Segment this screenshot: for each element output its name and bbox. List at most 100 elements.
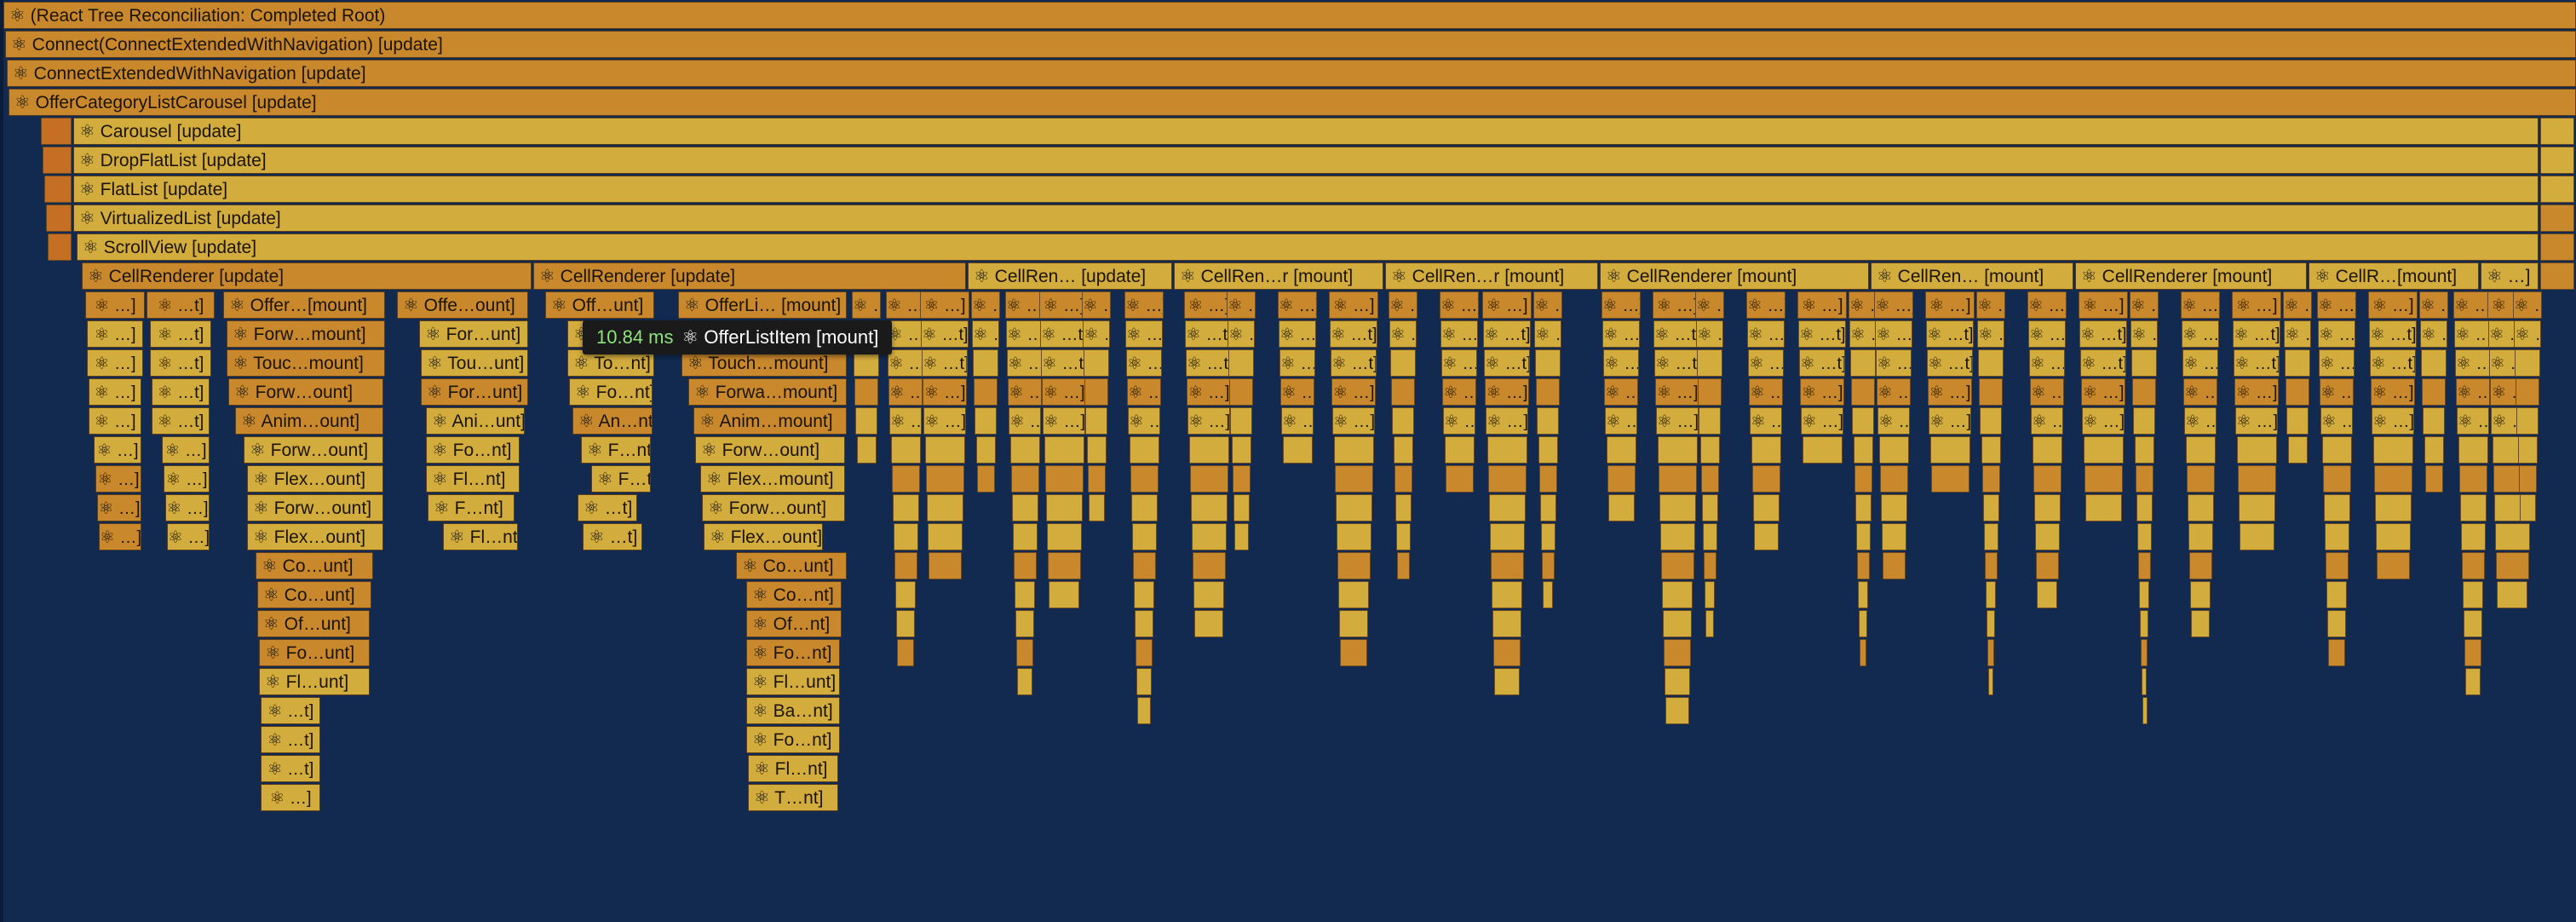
flame-bar-child[interactable]: ⚛ …] <box>167 523 210 550</box>
flame-mini-bar[interactable] <box>1136 639 1153 666</box>
flame-mini-bar[interactable]: ⚛ …t] <box>1748 349 1784 377</box>
flame-mini-bar[interactable]: ⚛ …t] <box>2182 349 2218 377</box>
flame-mini-bar[interactable] <box>1880 494 1907 522</box>
flame-mini-bar[interactable] <box>1536 378 1560 406</box>
flame-mini-bar[interactable] <box>2140 610 2148 637</box>
flame-bar-child[interactable]: ⚛ Forw…ount] <box>228 378 383 406</box>
flame-mini-bar[interactable]: ⚛ …] <box>1976 291 2005 319</box>
flame-mini-bar[interactable]: ⚛ …] <box>1656 407 1699 435</box>
flame-mini-bar[interactable]: ⚛ …] <box>1485 378 1529 406</box>
flame-mini-bar[interactable] <box>1981 436 2001 464</box>
flame-mini-bar[interactable] <box>1393 436 1413 464</box>
flame-bar-child[interactable]: ⚛ Fo…unt] <box>259 639 370 666</box>
flame-mini-bar[interactable]: ⚛ …] <box>1082 291 1111 319</box>
flame-mini-bar[interactable] <box>1049 581 1079 608</box>
flame-bar-child[interactable]: ⚛ Forwa…mount] <box>688 378 847 406</box>
flame-mini-bar[interactable] <box>1087 465 1106 493</box>
flame-mini-bar[interactable]: ⚛ …] <box>1278 291 1317 319</box>
flame-bar-child[interactable]: ⚛ …] <box>261 784 320 811</box>
flame-mini-bar[interactable] <box>1192 552 1226 579</box>
flame-bar-child[interactable]: ⚛ Fl…unt] <box>259 668 370 695</box>
flame-mini-bar[interactable] <box>1659 523 1695 550</box>
flame-bar-child[interactable]: ⚛ …] <box>85 291 145 319</box>
flame-mini-bar[interactable] <box>1046 523 1082 550</box>
flame-mini-bar[interactable]: ⚛ …] <box>1533 291 1562 319</box>
flame-mini-bar[interactable]: ⚛ …] <box>1280 378 1314 406</box>
flame-bar-child[interactable]: ⚛ Fl…unt] <box>746 668 840 695</box>
flame-mini-bar[interactable] <box>1337 552 1371 579</box>
flame-mini-bar[interactable] <box>2322 465 2351 493</box>
flame-mini-bar[interactable] <box>1085 407 1107 435</box>
flame-mini-bar[interactable]: ⚛ …t] <box>2130 320 2158 348</box>
flame-mini-bar[interactable]: ⚛ …t] <box>922 349 968 377</box>
flame-mini-bar[interactable]: ⚛ …] <box>2320 407 2353 435</box>
flame-mini-bar[interactable]: ⚛ …t] <box>1006 320 1044 348</box>
flame-mini-bar[interactable] <box>1703 552 1716 579</box>
flame-mini-bar[interactable]: ⚛ …t] <box>1330 320 1377 348</box>
flame-mini-bar[interactable] <box>2516 407 2539 435</box>
flame-mini-bar[interactable]: ⚛ …t] <box>1653 320 1701 348</box>
flame-mini-bar[interactable] <box>2186 465 2215 493</box>
flame-bar-right-child[interactable] <box>2540 205 2574 232</box>
flame-bar-child[interactable]: ⚛ …t] <box>152 407 210 435</box>
flame-mini-bar[interactable] <box>895 581 916 608</box>
flame-bar-child[interactable]: ⚛ Fo…nt] <box>569 378 653 406</box>
flame-mini-bar[interactable] <box>1333 436 1374 464</box>
flame-mini-bar[interactable] <box>2494 523 2530 550</box>
flame-mini-bar[interactable]: ⚛ …] <box>2183 378 2217 406</box>
flame-mini-bar[interactable] <box>2464 610 2482 637</box>
flame-mini-bar[interactable] <box>2190 581 2211 608</box>
flame-bar-cell-renderer[interactable]: ⚛ CellRenderer [mount] <box>2075 262 2307 290</box>
flame-mini-bar[interactable] <box>2142 668 2147 695</box>
flame-mini-bar[interactable]: ⚛ …t] <box>1041 349 1087 377</box>
flame-mini-bar[interactable]: ⚛ …t] <box>1228 320 1255 348</box>
flame-mini-bar[interactable]: ⚛ …] <box>1801 407 1843 435</box>
flame-mini-bar[interactable]: ⚛ …] <box>1929 407 1971 435</box>
flame-mini-bar[interactable]: ⚛ …t] <box>972 320 999 348</box>
flame-mini-bar[interactable] <box>1853 436 1873 464</box>
flame-bar-left-child[interactable] <box>44 176 72 203</box>
flame-mini-bar[interactable] <box>1987 610 1995 637</box>
flame-mini-bar[interactable] <box>2236 436 2277 464</box>
flame-mini-bar[interactable]: ⚛ …] <box>2079 291 2128 319</box>
flame-bar-child[interactable]: ⚛ For…unt] <box>421 378 528 406</box>
flame-mini-bar[interactable] <box>1490 552 1524 579</box>
flame-mini-bar[interactable] <box>1392 407 1414 435</box>
flame-mini-bar[interactable] <box>2188 552 2212 579</box>
flame-bar-right-child[interactable] <box>2540 147 2574 174</box>
flame-mini-bar[interactable]: ⚛ …] <box>1332 407 1375 435</box>
flame-mini-bar[interactable] <box>2458 465 2487 493</box>
flame-mini-bar[interactable] <box>1188 436 1229 464</box>
flame-mini-bar[interactable]: ⚛ …] <box>2419 291 2448 319</box>
flame-mini-bar[interactable]: ⚛ …] <box>2232 291 2281 319</box>
flame-mini-bar[interactable] <box>1232 465 1251 493</box>
flame-mini-bar[interactable] <box>2328 639 2345 666</box>
flame-bar-child[interactable]: ⚛ Ba…nt] <box>746 697 840 724</box>
flame-mini-bar[interactable]: ⚛ …] <box>1928 378 1972 406</box>
flame-mini-bar[interactable] <box>2421 349 2447 377</box>
flame-mini-bar[interactable] <box>2034 523 2060 550</box>
flame-mini-bar[interactable] <box>893 523 918 550</box>
flame-mini-bar[interactable] <box>1136 668 1152 695</box>
flame-mini-bar[interactable] <box>926 494 963 522</box>
flame-bar-child[interactable]: ⚛ For…unt] <box>419 320 528 348</box>
flame-bar-child[interactable]: ⚛ F…nt] <box>428 494 515 522</box>
flame-mini-bar[interactable] <box>1488 494 1526 522</box>
flame-mini-bar[interactable] <box>1086 436 1107 464</box>
flame-mini-bar[interactable] <box>1012 523 1038 550</box>
flame-mini-bar[interactable] <box>890 436 921 464</box>
flame-mini-bar[interactable] <box>1663 610 1692 637</box>
flame-mini-bar[interactable] <box>1391 378 1415 406</box>
flame-mini-bar[interactable] <box>1130 465 1159 493</box>
flame-bar-drop-flat-list[interactable]: ⚛ DropFlatList [update] <box>73 147 2539 174</box>
flame-mini-bar[interactable] <box>1540 523 1555 550</box>
flame-mini-bar[interactable] <box>1487 465 1527 493</box>
flame-mini-bar[interactable] <box>1751 436 1781 464</box>
flame-mini-bar[interactable]: ⚛ …] <box>920 291 969 319</box>
flame-mini-bar[interactable] <box>1978 349 2004 377</box>
flame-bar-child[interactable]: ⚛ Flex…ount] <box>247 465 383 493</box>
flame-mini-bar[interactable] <box>892 494 919 522</box>
flame-mini-bar[interactable] <box>1855 523 1871 550</box>
flame-mini-bar[interactable] <box>1282 436 1313 464</box>
flame-mini-bar[interactable]: ⚛ …t] <box>1876 349 1912 377</box>
